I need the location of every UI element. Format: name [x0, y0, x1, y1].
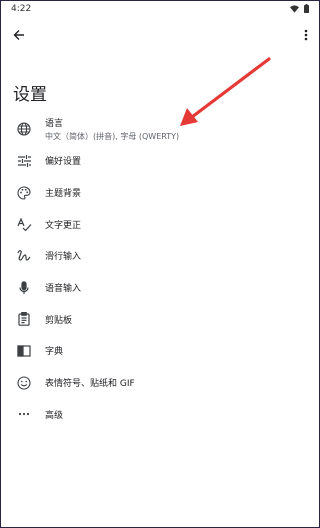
settings-item-voice-input[interactable]: 语音输入: [1, 272, 319, 304]
more-options-button[interactable]: [299, 25, 313, 45]
settings-item-subtitle: 中文（简体）(拼音), 字母 (QWERTY): [45, 132, 180, 141]
page-title: 设置: [13, 85, 47, 105]
settings-item-label: 表情符号、贴纸和 GIF: [45, 379, 135, 390]
more-vert-icon: [304, 29, 308, 41]
settings-item-clipboard[interactable]: 剪贴板: [1, 303, 319, 335]
settings-item-glide-typing[interactable]: 滑行输入: [1, 240, 319, 272]
settings-item-label: 语言: [45, 119, 64, 129]
mic-icon: [15, 279, 33, 297]
battery-icon: [304, 4, 309, 13]
settings-item-theme[interactable]: 主题背景: [1, 177, 319, 209]
spellcheck-icon: [15, 215, 33, 233]
wifi-icon: [290, 4, 299, 13]
settings-item-label: 主题背景: [45, 189, 82, 200]
settings-item-label: 高级: [45, 410, 64, 421]
settings-item-label: 文字更正: [45, 220, 82, 231]
settings-item-label: 剪贴板: [45, 315, 73, 326]
settings-item-text-correction[interactable]: 文字更正: [1, 208, 319, 240]
toolbar: [1, 21, 319, 49]
tune-icon: [15, 152, 33, 170]
settings-item-advanced[interactable]: 高级: [1, 399, 319, 431]
settings-item-preferences[interactable]: 偏好设置: [1, 145, 319, 177]
settings-item-language[interactable]: 语言 中文（简体）(拼音), 字母 (QWERTY): [1, 113, 319, 145]
globe-icon: [15, 120, 33, 138]
more-horiz-icon: [15, 405, 33, 423]
settings-item-label: 语音输入: [45, 284, 82, 295]
settings-item-label: 偏好设置: [45, 157, 82, 168]
gesture-icon: [15, 247, 33, 265]
status-icons: [290, 4, 309, 13]
settings-item-dictionary[interactable]: 字典: [1, 335, 319, 367]
clipboard-icon: [15, 310, 33, 328]
settings-screen: 4:22 设置 语言 中文（简体）(拼音), 字母 (QWERTY) 偏好设置 …: [0, 0, 320, 528]
emoji-icon: [15, 374, 33, 392]
palette-icon: [15, 184, 33, 202]
dictionary-icon: [15, 342, 33, 360]
status-bar: 4:22: [1, 1, 319, 17]
back-button[interactable]: [9, 25, 29, 45]
settings-item-label: 滑行输入: [45, 252, 82, 263]
settings-list: 语言 中文（简体）(拼音), 字母 (QWERTY) 偏好设置 主题背景 文字更…: [1, 113, 319, 430]
arrow-back-icon: [13, 29, 25, 41]
status-time: 4:22: [11, 4, 32, 14]
settings-item-label: 字典: [45, 347, 64, 358]
settings-item-emoji[interactable]: 表情符号、贴纸和 GIF: [1, 367, 319, 399]
